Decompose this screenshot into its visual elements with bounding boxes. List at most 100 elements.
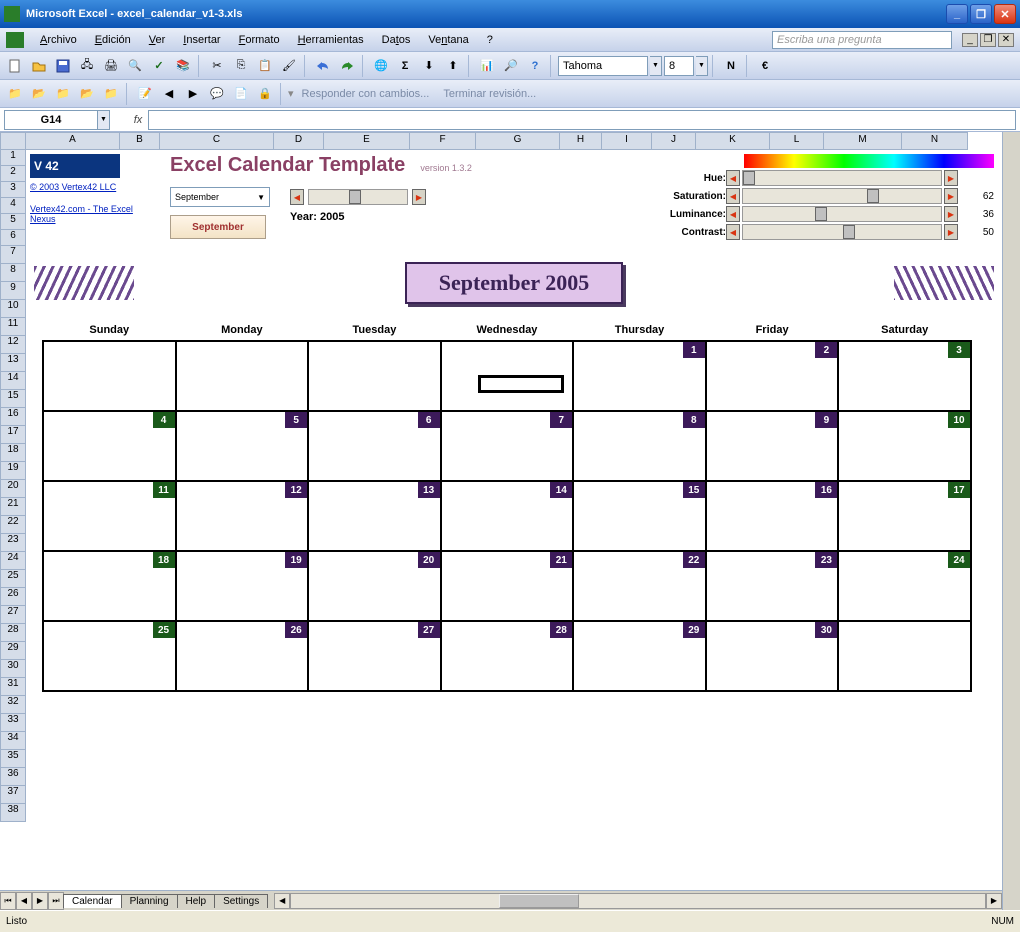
con-slider[interactable] xyxy=(742,224,942,240)
calendar-cell[interactable]: 17 xyxy=(838,481,971,551)
row-header-34[interactable]: 34 xyxy=(0,732,26,750)
column-header-B[interactable]: B xyxy=(120,132,160,150)
column-header-H[interactable]: H xyxy=(560,132,602,150)
con-prev[interactable]: ◀ xyxy=(726,224,740,240)
fontsize-select[interactable]: 8 xyxy=(664,56,694,76)
folder4-icon[interactable]: 📂 xyxy=(76,83,98,105)
format-painter-icon[interactable]: 🖌 xyxy=(278,55,300,77)
copyright-link[interactable]: © 2003 Vertex42 LLC xyxy=(30,182,156,192)
hue-prev[interactable]: ◀ xyxy=(726,170,740,186)
calendar-cell[interactable]: 23 xyxy=(706,551,839,621)
row-header-12[interactable]: 12 xyxy=(0,336,26,354)
menu-help[interactable]: ? xyxy=(479,32,501,48)
column-header-A[interactable]: A xyxy=(26,132,120,150)
row-header-14[interactable]: 14 xyxy=(0,372,26,390)
column-header-C[interactable]: C xyxy=(160,132,274,150)
calendar-cell[interactable]: 8 xyxy=(573,411,706,481)
calendar-cell[interactable]: 18 xyxy=(43,551,176,621)
year-next-button[interactable]: ▶ xyxy=(412,189,426,205)
row-header-30[interactable]: 30 xyxy=(0,660,26,678)
euro-button[interactable]: € xyxy=(754,55,776,77)
row-header-24[interactable]: 24 xyxy=(0,552,26,570)
sat-prev[interactable]: ◀ xyxy=(726,188,740,204)
calendar-cell[interactable]: 3 xyxy=(838,341,971,411)
calendar-cell[interactable]: 26 xyxy=(176,621,309,691)
tab-last[interactable]: ⏭ xyxy=(48,892,64,910)
permissions-icon[interactable]: 🖧 xyxy=(76,55,98,77)
row-header-4[interactable]: 4 xyxy=(0,198,26,214)
formula-bar[interactable] xyxy=(148,110,1016,130)
undo-icon[interactable] xyxy=(312,55,334,77)
row-header-9[interactable]: 9 xyxy=(0,282,26,300)
row-header-18[interactable]: 18 xyxy=(0,444,26,462)
cut-icon[interactable]: ✂ xyxy=(206,55,228,77)
name-box[interactable]: G14 xyxy=(4,110,98,130)
calendar-cell[interactable] xyxy=(441,341,574,411)
menu-insertar[interactable]: Insertar xyxy=(175,32,228,48)
row-header-5[interactable]: 5 xyxy=(0,214,26,230)
calendar-cell[interactable]: 30 xyxy=(706,621,839,691)
fontsize-dropdown-icon[interactable]: ▼ xyxy=(696,56,708,76)
calendar-cell[interactable]: 11 xyxy=(43,481,176,551)
folder5-icon[interactable]: 📁 xyxy=(100,83,122,105)
print-icon[interactable]: 🖨 xyxy=(100,55,122,77)
hue-slider[interactable] xyxy=(742,170,942,186)
row-header-28[interactable]: 28 xyxy=(0,624,26,642)
row-header-11[interactable]: 11 xyxy=(0,318,26,336)
column-header-L[interactable]: L xyxy=(770,132,824,150)
row-header-31[interactable]: 31 xyxy=(0,678,26,696)
row-header-29[interactable]: 29 xyxy=(0,642,26,660)
mdi-restore[interactable]: ❐ xyxy=(980,33,996,47)
close-button[interactable]: ✕ xyxy=(994,4,1016,24)
sheet-tab-settings[interactable]: Settings xyxy=(214,894,268,908)
row-header-20[interactable]: 20 xyxy=(0,480,26,498)
calendar-cell[interactable] xyxy=(176,341,309,411)
maximize-button[interactable]: ❐ xyxy=(970,4,992,24)
select-all-corner[interactable] xyxy=(0,132,26,150)
open-icon[interactable] xyxy=(28,55,50,77)
prev-comment-icon[interactable]: ◀ xyxy=(158,83,180,105)
column-header-D[interactable]: D xyxy=(274,132,324,150)
folder2-icon[interactable]: 📂 xyxy=(28,83,50,105)
sheet-tab-calendar[interactable]: Calendar xyxy=(63,894,122,908)
mdi-minimize[interactable]: _ xyxy=(962,33,978,47)
row-header-27[interactable]: 27 xyxy=(0,606,26,624)
row-header-7[interactable]: 7 xyxy=(0,246,26,264)
menu-ver[interactable]: Ver xyxy=(141,32,174,48)
calendar-cell[interactable]: 10 xyxy=(838,411,971,481)
preview-icon[interactable]: 🔍 xyxy=(124,55,146,77)
column-header-G[interactable]: G xyxy=(476,132,560,150)
row-header-37[interactable]: 37 xyxy=(0,786,26,804)
help-search-box[interactable]: Escriba una pregunta xyxy=(772,31,952,49)
sort-desc-icon[interactable]: ⬆ xyxy=(442,55,464,77)
year-prev-button[interactable]: ◀ xyxy=(290,189,304,205)
column-header-I[interactable]: I xyxy=(602,132,652,150)
calendar-cell[interactable]: 2 xyxy=(706,341,839,411)
folder1-icon[interactable]: 📁 xyxy=(4,83,26,105)
row-header-26[interactable]: 26 xyxy=(0,588,26,606)
comment-icon[interactable]: 📝 xyxy=(134,83,156,105)
next-comment-icon[interactable]: ▶ xyxy=(182,83,204,105)
calendar-cell[interactable]: 15 xyxy=(573,481,706,551)
sort-asc-icon[interactable]: ⬇ xyxy=(418,55,440,77)
calendar-cell[interactable]: 29 xyxy=(573,621,706,691)
column-header-K[interactable]: K xyxy=(696,132,770,150)
row-header-10[interactable]: 10 xyxy=(0,300,26,318)
row-header-17[interactable]: 17 xyxy=(0,426,26,444)
column-header-J[interactable]: J xyxy=(652,132,696,150)
menu-formato[interactable]: Formato xyxy=(231,32,288,48)
calendar-cell[interactable]: 6 xyxy=(308,411,441,481)
menu-herramientas[interactable]: Herramientas xyxy=(290,32,372,48)
row-header-23[interactable]: 23 xyxy=(0,534,26,552)
row-header-19[interactable]: 19 xyxy=(0,462,26,480)
row-header-32[interactable]: 32 xyxy=(0,696,26,714)
hscroll-left[interactable]: ◀ xyxy=(274,893,290,909)
research-icon[interactable]: 📚 xyxy=(172,55,194,77)
row-header-33[interactable]: 33 xyxy=(0,714,26,732)
calendar-cell[interactable]: 22 xyxy=(573,551,706,621)
goto-month-button[interactable]: September xyxy=(170,215,266,239)
row-header-21[interactable]: 21 xyxy=(0,498,26,516)
con-next[interactable]: ▶ xyxy=(944,224,958,240)
row-header-25[interactable]: 25 xyxy=(0,570,26,588)
calendar-cell[interactable]: 5 xyxy=(176,411,309,481)
